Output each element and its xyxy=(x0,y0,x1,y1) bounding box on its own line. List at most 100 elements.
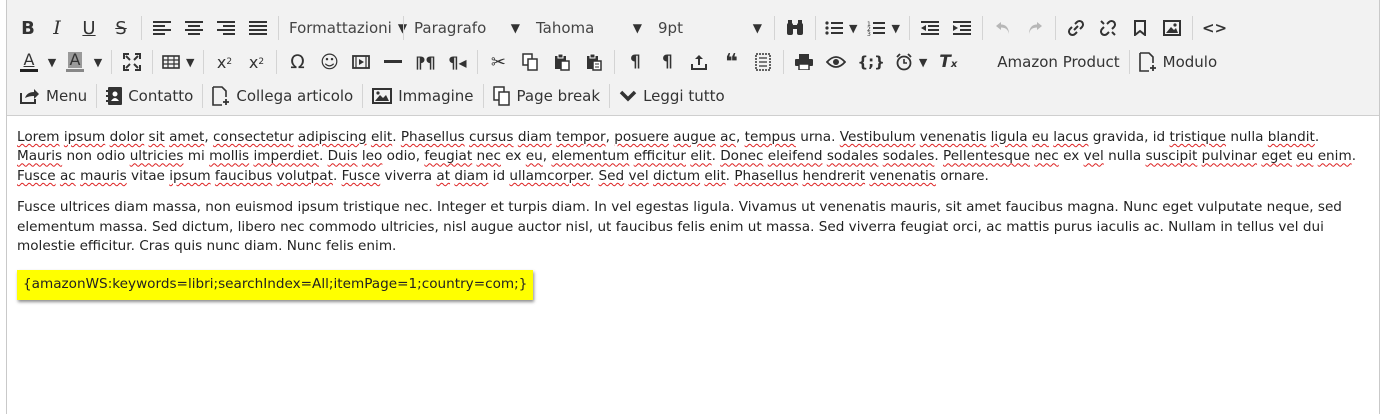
insert-media-button[interactable] xyxy=(345,47,377,77)
insert-link-button[interactable] xyxy=(1060,13,1092,43)
align-center-button[interactable] xyxy=(178,13,210,43)
text-color-button[interactable]: A xyxy=(15,47,43,77)
misspelled-word: diam xyxy=(454,167,489,184)
numbered-list-button[interactable]: 1 2 3 ▼ xyxy=(862,13,904,43)
indent-button[interactable] xyxy=(946,13,978,43)
chevron-down-icon: ▼ xyxy=(849,21,858,35)
emoticons-button[interactable]: ☺ xyxy=(313,47,345,77)
image-label: Immagine xyxy=(398,87,474,105)
insert-datetime-button[interactable] xyxy=(683,47,715,77)
text-run: , xyxy=(204,129,213,145)
read-more-label: Leggi tutto xyxy=(643,87,725,105)
form-module-button[interactable]: Modulo xyxy=(1134,47,1223,77)
align-right-button[interactable] xyxy=(210,13,242,43)
underline-button[interactable]: U xyxy=(73,13,105,43)
unlink-button[interactable] xyxy=(1092,13,1124,43)
blockquote-button[interactable]: ❝ xyxy=(715,47,747,77)
toolbar-separator xyxy=(908,16,910,40)
chevron-down-icon: ▼ xyxy=(47,55,57,69)
italic-button[interactable]: I xyxy=(41,13,73,43)
visual-chars-button[interactable]: ¶ xyxy=(651,47,683,77)
chevron-down-icon: ▼ xyxy=(918,55,928,69)
preview-button[interactable] xyxy=(820,47,852,77)
formats-dropdown[interactable]: Formattazioni ▼ xyxy=(283,13,407,43)
find-replace-button[interactable] xyxy=(779,13,811,43)
cut-button[interactable]: ✂ xyxy=(482,47,514,77)
copy-button[interactable] xyxy=(514,47,546,77)
misspelled-word: cursus xyxy=(469,129,514,145)
text-run: mi xyxy=(183,148,210,165)
template-button[interactable] xyxy=(747,47,779,77)
page-break-label: Page break xyxy=(516,87,601,105)
misspelled-word: dictum xyxy=(653,167,701,184)
toolbar-separator xyxy=(203,50,205,74)
show-blocks-button[interactable]: ¶ xyxy=(619,47,651,77)
insert-image-button[interactable] xyxy=(1156,13,1188,43)
block-format-dropdown[interactable]: Paragrafo ▼ xyxy=(408,13,526,43)
rtl-button[interactable]: ¶◂ xyxy=(441,47,473,77)
subscript-button[interactable]: x2 xyxy=(208,47,240,77)
source-code-button[interactable]: <> xyxy=(1197,13,1232,43)
share-icon xyxy=(20,88,40,104)
redo-button[interactable] xyxy=(1019,13,1051,43)
print-button[interactable] xyxy=(788,47,820,77)
undo-button[interactable] xyxy=(987,13,1019,43)
background-color-dropdown[interactable]: ▼ xyxy=(89,47,107,77)
toolbar-row-3: Menu Contatto Collega articolo Immagine … xyxy=(15,81,730,111)
misspelled-word: faucibus xyxy=(214,167,273,184)
image-button[interactable]: Immagine xyxy=(367,81,478,111)
indent-icon xyxy=(952,21,971,35)
add-document-icon xyxy=(1138,52,1157,72)
horizontal-rule-button[interactable] xyxy=(377,47,409,77)
editor-content-area[interactable]: Lorem ipsum dolor sit amet, consectetur … xyxy=(17,128,1367,312)
link-article-button[interactable]: Collega articolo xyxy=(207,81,358,111)
toolbar-separator xyxy=(96,84,98,108)
superscript-glyph: x xyxy=(248,52,259,72)
anchor-button[interactable] xyxy=(1124,13,1156,43)
table-button[interactable]: ▼ xyxy=(157,47,199,77)
editor-toolbar: B I U S Formattazioni ▼ Paragrafo ▼ Taho… xyxy=(7,0,1379,116)
misspelled-word: eu xyxy=(525,148,543,165)
code-sample-button[interactable]: {;} xyxy=(852,47,889,77)
table-icon xyxy=(162,55,180,69)
text-run: odio, xyxy=(382,148,425,165)
read-more-button[interactable]: Leggi tutto xyxy=(614,81,730,111)
superscript-button[interactable]: x2 xyxy=(240,47,272,77)
misspelled-word: hendrerit xyxy=(802,167,866,184)
text-color-dropdown[interactable]: ▼ xyxy=(43,47,61,77)
block-format-label: Paragrafo xyxy=(414,19,487,37)
address-book-icon xyxy=(106,87,123,105)
insert-time-button[interactable]: ▼ xyxy=(890,47,932,77)
toolbar-separator xyxy=(783,50,785,74)
outdent-button[interactable] xyxy=(914,13,946,43)
misspelled-word: leo xyxy=(361,148,383,165)
bold-button[interactable]: B xyxy=(15,13,41,43)
menu-button[interactable]: Menu xyxy=(15,81,92,111)
align-justify-button[interactable] xyxy=(242,13,274,43)
clear-formatting-button[interactable]: Tx xyxy=(932,47,964,77)
page-break-button[interactable]: Page break xyxy=(488,81,606,111)
ltr-button[interactable]: ⁋¶ xyxy=(409,47,441,77)
special-character-button[interactable]: Ω xyxy=(281,47,313,77)
misspelled-word: posuere xyxy=(614,129,669,145)
paste-text-button[interactable] xyxy=(578,47,610,77)
chevron-down-icon: ▼ xyxy=(93,55,103,69)
paste-button[interactable] xyxy=(546,47,578,77)
eye-icon xyxy=(826,55,847,69)
font-size-dropdown[interactable]: 9pt ▼ xyxy=(652,13,768,43)
fullscreen-button[interactable] xyxy=(116,47,148,77)
strikethrough-button[interactable]: S xyxy=(105,13,137,43)
clear-format-icon: Tx xyxy=(939,52,958,72)
bullet-list-button[interactable]: ▼ xyxy=(820,13,862,43)
contact-button[interactable]: Contatto xyxy=(101,81,198,111)
font-family-dropdown[interactable]: Tahoma ▼ xyxy=(530,13,648,43)
amazon-product-button[interactable]: Amazon Product xyxy=(992,47,1124,77)
chevron-down-icon: ▼ xyxy=(510,21,520,35)
background-color-button[interactable]: A xyxy=(61,47,89,77)
toolbar-separator xyxy=(614,50,616,74)
misspelled-word: vel xyxy=(628,167,649,184)
toolbar-separator xyxy=(477,50,479,74)
form-module-label: Modulo xyxy=(1162,53,1218,71)
formats-dropdown-label: Formattazioni xyxy=(289,19,392,37)
align-left-button[interactable] xyxy=(146,13,178,43)
